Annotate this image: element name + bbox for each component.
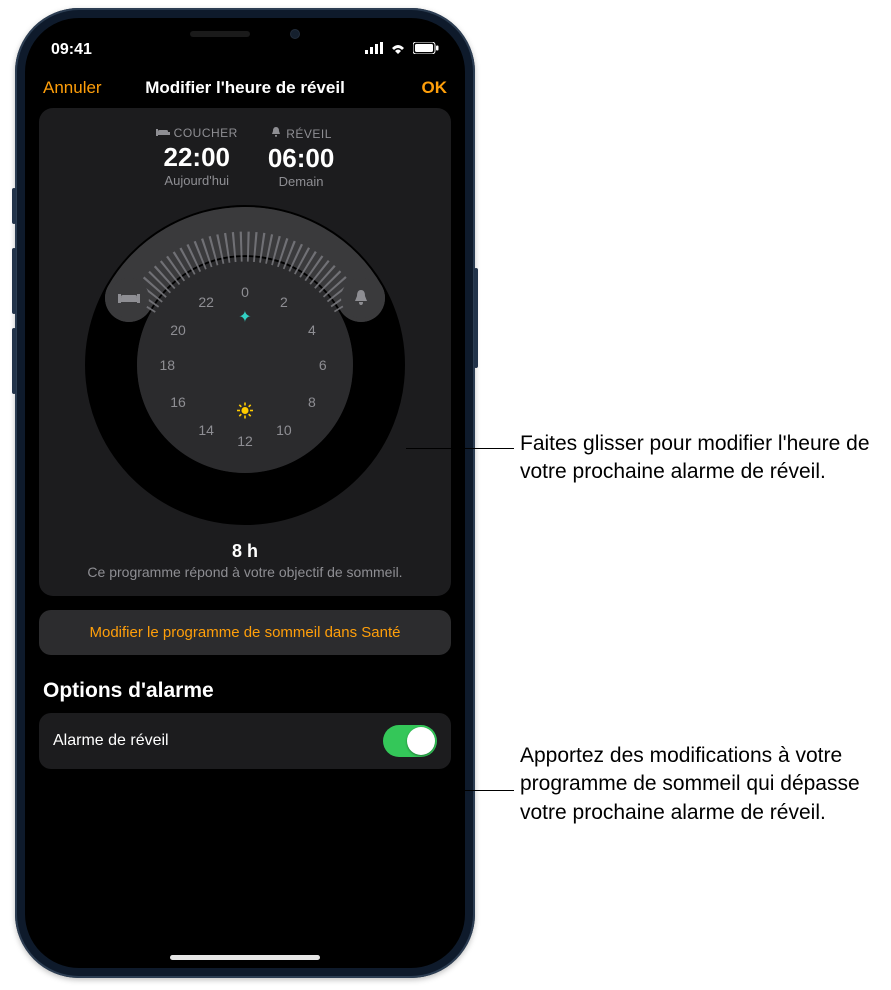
- sleep-goal-text: Ce programme répond à votre objectif de …: [63, 564, 426, 580]
- sleep-card: COUCHER 22:00 Aujourd'hui RÉVEIL 06:00 D: [39, 108, 451, 596]
- home-indicator[interactable]: [170, 955, 320, 960]
- volume-up-button: [12, 248, 16, 314]
- clock-num-12: 12: [237, 433, 253, 449]
- wake-alarm-row: Alarme de réveil: [39, 713, 451, 769]
- bedtime-label: COUCHER: [174, 126, 238, 140]
- clock-num-20: 20: [170, 322, 186, 338]
- clock-num-18: 18: [159, 357, 175, 373]
- bed-icon: [156, 126, 170, 140]
- volume-down-button: [12, 328, 16, 394]
- clock-face: 0 2 4 6 8 10 12 14 16 18 20 22 ✦: [137, 257, 353, 473]
- callout-wake-handle: Faites glisser pour modifier l'heure de …: [520, 430, 880, 487]
- bedtime-value: 22:00: [156, 142, 238, 173]
- callout-health-button: Apportez des modifications à votre progr…: [520, 742, 880, 827]
- cancel-button[interactable]: Annuler: [43, 78, 123, 98]
- wake-handle[interactable]: [341, 278, 381, 318]
- edit-in-health-button[interactable]: Modifier le programme de sommeil dans Sa…: [39, 610, 451, 655]
- clock-num-4: 4: [308, 322, 316, 338]
- clock-num-6: 6: [319, 357, 327, 373]
- wake-block: RÉVEIL 06:00 Demain: [268, 126, 335, 189]
- page-title: Modifier l'heure de réveil: [123, 78, 367, 98]
- bedtime-block: COUCHER 22:00 Aujourd'hui: [156, 126, 238, 189]
- alarm-options-header: Options d'alarme: [39, 675, 451, 713]
- wake-alarm-label: Alarme de réveil: [53, 732, 169, 750]
- cell-signal-icon: [365, 41, 383, 59]
- clock-num-0: 0: [241, 284, 249, 300]
- sleep-duration: 8 h: [63, 541, 426, 562]
- bedtime-sub: Aujourd'hui: [156, 173, 238, 188]
- nav-bar: Annuler Modifier l'heure de réveil OK: [25, 68, 465, 108]
- notch: [145, 18, 345, 50]
- battery-icon: [413, 41, 439, 59]
- wake-alarm-switch[interactable]: [383, 725, 437, 757]
- ok-button[interactable]: OK: [367, 78, 447, 98]
- wake-label: RÉVEIL: [286, 127, 332, 141]
- wake-sub: Demain: [268, 174, 335, 189]
- bedtime-handle[interactable]: [109, 278, 149, 318]
- power-button: [474, 268, 478, 368]
- sun-icon: [237, 402, 253, 423]
- phone-frame: 09:41 Annuler Modifier l'heure de réveil: [15, 8, 475, 978]
- callout-line: [406, 448, 514, 449]
- bell-icon: [270, 126, 282, 141]
- sleep-summary: 8 h Ce programme répond à votre objectif…: [63, 541, 426, 580]
- stars-icon: ✦: [238, 307, 251, 327]
- wifi-icon: [389, 41, 407, 59]
- clock-num-14: 14: [198, 422, 214, 438]
- clock-num-16: 16: [170, 394, 186, 410]
- callout-line: [432, 790, 514, 791]
- status-time: 09:41: [51, 41, 92, 59]
- sleep-dial[interactable]: 0 2 4 6 8 10 12 14 16 18 20 22 ✦: [85, 205, 405, 525]
- clock-num-10: 10: [276, 422, 292, 438]
- wake-value: 06:00: [268, 143, 335, 174]
- clock-num-2: 2: [280, 294, 288, 310]
- clock-num-8: 8: [308, 394, 316, 410]
- clock-num-22: 22: [198, 294, 214, 310]
- screen: 09:41 Annuler Modifier l'heure de réveil: [25, 18, 465, 968]
- side-button: [12, 188, 16, 224]
